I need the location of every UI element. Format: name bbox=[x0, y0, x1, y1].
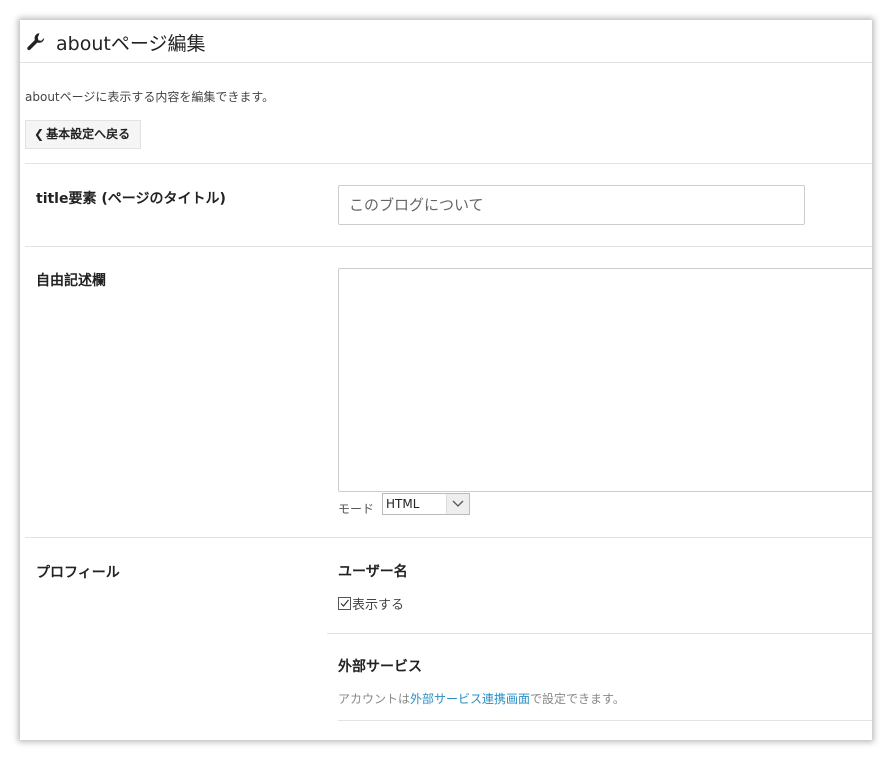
show-username-checkbox-label: 表示する bbox=[352, 598, 405, 613]
free-text-textarea[interactable] bbox=[338, 268, 872, 492]
back-to-basic-settings-button[interactable]: ❮ 基本設定へ戻る bbox=[25, 120, 142, 149]
chevron-left-icon: ❮ bbox=[34, 127, 45, 141]
mode-select[interactable]: HTML bbox=[382, 493, 470, 515]
profile-label: プロフィール bbox=[36, 565, 120, 581]
divider bbox=[25, 537, 872, 538]
divider bbox=[327, 633, 872, 634]
external-services-link[interactable]: 外部サービス連携画面 bbox=[410, 692, 530, 706]
page-description: aboutページに表示する内容を編集できます。 bbox=[25, 90, 275, 104]
page-header: aboutページ編集 bbox=[20, 20, 872, 63]
mode-select-value: HTML bbox=[386, 497, 420, 511]
title-field-label: title要素 (ページのタイトル) bbox=[36, 191, 226, 207]
external-services-note: アカウントは外部サービス連携画面で設定できます。 bbox=[338, 692, 625, 706]
divider bbox=[338, 720, 872, 721]
divider bbox=[25, 163, 872, 164]
title-input[interactable] bbox=[338, 185, 805, 225]
show-username-option[interactable]: 表示する bbox=[338, 594, 404, 613]
show-username-checkbox[interactable] bbox=[338, 597, 351, 610]
external-services-label: 外部サービス bbox=[338, 659, 422, 675]
wrench-icon bbox=[26, 32, 46, 52]
free-text-label: 自由記述欄 bbox=[36, 273, 106, 289]
mode-label: モード bbox=[338, 502, 375, 516]
divider bbox=[25, 246, 872, 247]
settings-panel: aboutページ編集 aboutページに表示する内容を編集できます。 ❮ 基本設定… bbox=[20, 20, 872, 740]
chevron-down-icon bbox=[446, 494, 469, 514]
page-title: aboutページ編集 bbox=[56, 33, 206, 55]
username-label: ユーザー名 bbox=[338, 564, 408, 580]
